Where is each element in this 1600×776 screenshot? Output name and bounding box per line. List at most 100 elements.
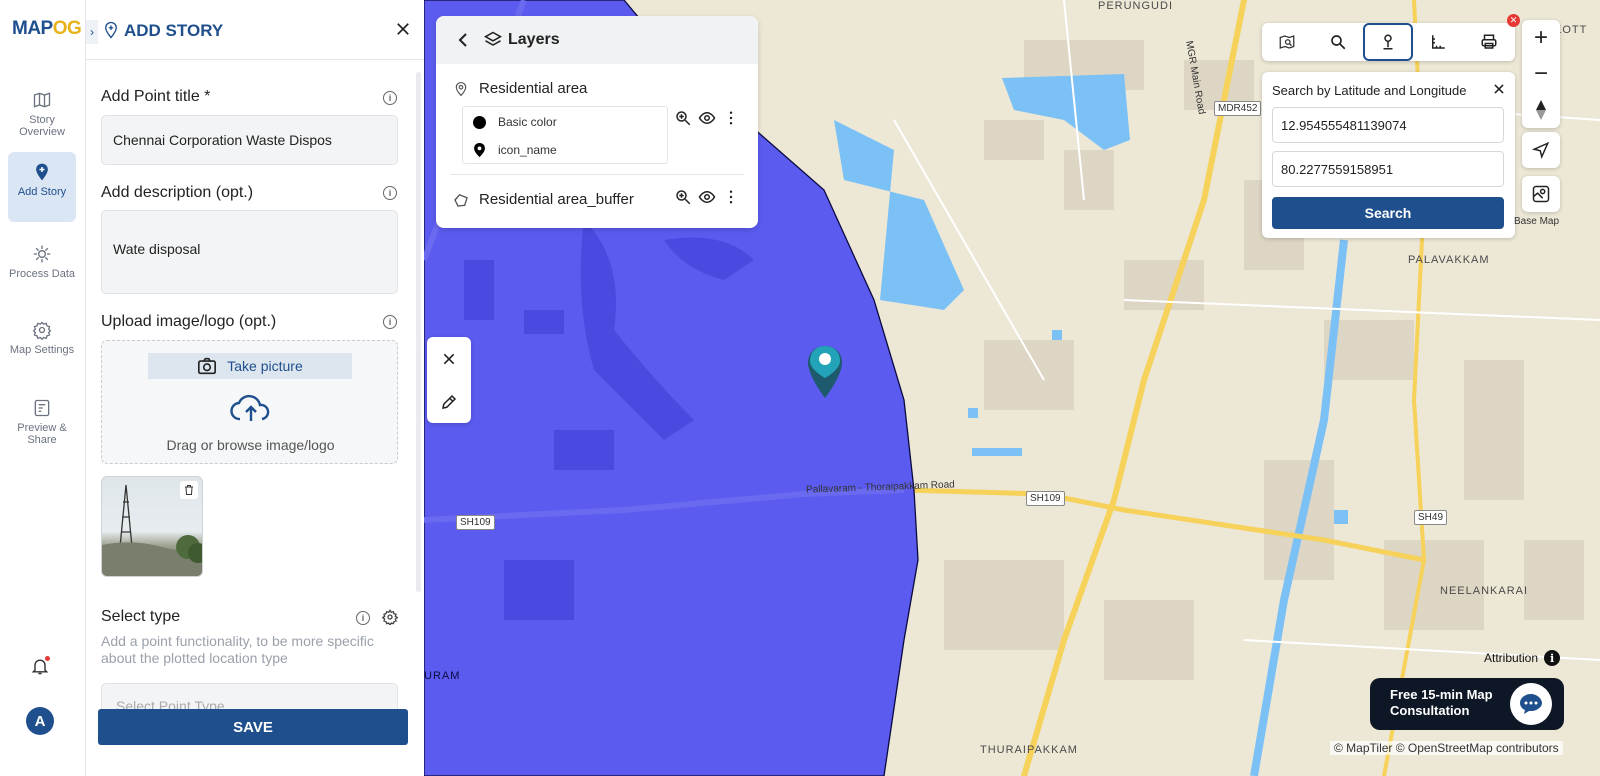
panel-title: ADD STORY — [124, 21, 224, 40]
compass-icon — [1536, 100, 1546, 120]
ruler-icon — [1432, 35, 1445, 49]
select-type-label: Select type — [101, 608, 181, 625]
longitude-input[interactable]: 80.2277559158951 — [1272, 151, 1504, 187]
tool-search[interactable] — [1313, 23, 1363, 61]
map-copyright: © MapTiler © OpenStreetMap contributors — [1330, 741, 1563, 755]
base-map-icon — [1532, 185, 1550, 203]
mapog-logo[interactable]: MAPOG — [12, 18, 82, 40]
locate-button[interactable] — [1522, 132, 1560, 168]
eye-icon[interactable] — [698, 109, 716, 127]
close-icon[interactable] — [394, 20, 412, 38]
pin-icon — [474, 142, 485, 158]
map-search-icon — [1279, 35, 1295, 49]
road-shield: SH109 — [456, 515, 495, 530]
gear-icon — [32, 321, 52, 340]
location-pin-icon — [455, 81, 467, 97]
upload-dropzone[interactable]: Take picture Drag or browse image/logo — [101, 340, 398, 464]
add-pin-icon — [36, 163, 48, 181]
cloud-upload-icon — [230, 394, 270, 421]
zoom-to-layer-icon[interactable] — [674, 188, 692, 206]
place-label: PERUNGUDI — [1098, 0, 1174, 12]
camera-icon — [198, 357, 217, 375]
close-toolbar-icon[interactable]: ✕ — [1507, 14, 1520, 27]
layer-actions — [674, 109, 740, 127]
search-button[interactable]: Search — [1272, 197, 1504, 229]
tool-lat-long[interactable] — [1363, 23, 1413, 61]
layer-legend: Basic color icon_name — [462, 106, 668, 164]
map-icon — [33, 92, 51, 108]
place-label: THURAIPAKKAM — [980, 744, 1078, 756]
close-icon[interactable] — [1492, 82, 1506, 96]
save-button[interactable]: SAVE — [98, 709, 408, 745]
divider — [450, 174, 744, 175]
compass-button[interactable] — [1522, 92, 1560, 128]
zoom-out-button[interactable]: − — [1522, 56, 1560, 92]
consultation-banner[interactable]: Free 15-min Map Consultation — [1370, 678, 1564, 730]
printer-icon — [1481, 34, 1497, 49]
color-dot — [473, 115, 486, 129]
base-map-label: Base Map — [1514, 216, 1560, 227]
layer-name[interactable]: Residential area — [479, 80, 587, 97]
eye-icon[interactable] — [698, 188, 716, 206]
description-label: Add description (opt.) — [101, 184, 254, 201]
place-label: NEELANKARAI — [1440, 585, 1529, 597]
layer-actions — [674, 188, 740, 206]
notification-dot — [45, 656, 50, 661]
zoom-to-layer-icon[interactable] — [674, 109, 692, 127]
rail-map-settings[interactable]: Map Settings — [8, 310, 76, 380]
description-textarea[interactable]: Wate disposal — [101, 210, 398, 294]
point-title-input[interactable]: Chennai Corporation Waste Dispos — [101, 115, 398, 165]
trash-icon[interactable] — [180, 481, 198, 499]
drag-text: Drag or browse image/logo — [166, 437, 335, 453]
place-label: URAM — [424, 670, 461, 682]
layers-header: Layers — [436, 16, 758, 64]
tool-map-search[interactable] — [1262, 23, 1312, 61]
info-icon[interactable]: i — [356, 611, 370, 625]
base-map-button[interactable] — [1522, 176, 1560, 212]
take-picture-button[interactable]: Take picture — [148, 353, 352, 379]
process-icon — [33, 245, 51, 263]
zoom-in-button[interactable]: + — [1522, 20, 1560, 56]
lat-long-search-panel: Search by Latitude and Longitude 12.9545… — [1262, 72, 1515, 238]
left-rail: MAPOG Story Overview Add Story Process D… — [0, 0, 86, 776]
layers-panel: Layers Residential area Basic color icon… — [436, 16, 758, 228]
navigation-arrow-icon — [1532, 141, 1550, 159]
location-marker-icon — [1383, 34, 1393, 50]
info-icon[interactable]: i — [383, 91, 397, 105]
rail-story-overview[interactable]: Story Overview — [8, 80, 76, 150]
attribution[interactable]: Attribution i — [1484, 650, 1561, 666]
avatar[interactable]: A — [26, 707, 54, 735]
more-vertical-icon[interactable] — [722, 109, 740, 127]
road-shield: MDR452 — [1214, 101, 1262, 116]
close-icon[interactable] — [441, 351, 457, 367]
search-icon — [1331, 35, 1346, 50]
scrollbar[interactable] — [416, 72, 421, 592]
layer-name[interactable]: Residential area_buffer — [479, 191, 634, 208]
latitude-input[interactable]: 12.954555481139074 — [1272, 107, 1504, 143]
map-toolbar — [1262, 23, 1515, 61]
pencil-icon[interactable] — [440, 393, 458, 411]
gear-icon[interactable] — [382, 609, 398, 625]
info-icon[interactable]: i — [1544, 650, 1561, 666]
info-icon[interactable]: i — [383, 315, 397, 329]
info-icon[interactable]: i — [383, 186, 397, 200]
back-chevron-icon[interactable] — [456, 32, 470, 48]
rail-add-story[interactable]: Add Story — [8, 152, 76, 222]
select-type-description: Add a point functionality, to be more sp… — [101, 633, 374, 666]
tool-measure[interactable] — [1413, 23, 1463, 61]
search-panel-title: Search by Latitude and Longitude — [1272, 83, 1467, 98]
collapse-tab[interactable]: › — [86, 20, 98, 44]
chat-button[interactable] — [1510, 683, 1552, 725]
polygon-icon — [454, 193, 468, 207]
location-pin-icon — [105, 21, 117, 39]
preview-icon — [34, 399, 50, 417]
tool-print[interactable] — [1464, 23, 1514, 61]
rail-process-data[interactable]: Process Data — [8, 234, 76, 304]
point-title-label: Add Point title * — [101, 88, 211, 105]
more-vertical-icon[interactable] — [722, 188, 740, 206]
rail-preview-share[interactable]: Preview & Share — [8, 388, 76, 458]
add-story-panel: › ADD STORY Add Point title * i Chennai … — [86, 0, 424, 776]
uploaded-image-thumbnail — [101, 476, 203, 577]
upload-label: Upload image/logo (opt.) — [101, 313, 277, 330]
chat-icon — [1520, 694, 1542, 714]
